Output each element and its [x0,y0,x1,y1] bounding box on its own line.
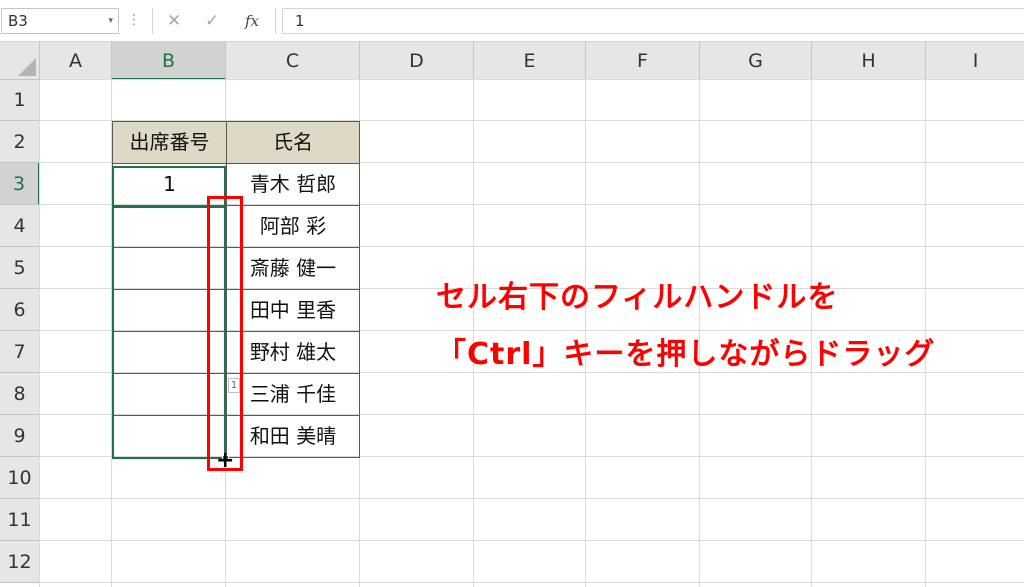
cell-name[interactable]: 青木 哲郎 [226,163,360,206]
gridline-horizontal [40,498,1024,499]
column-header-e[interactable]: E [474,42,586,80]
column-header-g[interactable]: G [700,42,812,80]
annotation-line-2: 「Ctrl」キーを押しながらドラッグ [436,337,936,372]
enter-icon[interactable]: ✓ [205,10,219,32]
row-header-1[interactable]: 1 [0,80,40,121]
formula-buttons: ✕ ✓ fx [152,8,276,34]
chevron-down-icon[interactable]: ▾ [108,9,113,33]
column-header-d[interactable]: D [360,42,474,80]
column-header-b[interactable]: B [112,42,226,80]
header-cell-number[interactable]: 出席番号 [112,121,227,164]
row-header-6[interactable]: 6 [0,289,40,331]
select-all-triangle-icon [18,58,36,76]
cell-name[interactable]: 田中 里香 [226,289,360,332]
row-header-8[interactable]: 8 [0,373,40,415]
cell-name[interactable]: 和田 美晴 [226,415,360,458]
select-all-button[interactable] [0,42,40,80]
name-box-value: B3 [8,12,28,30]
gridline-vertical [39,80,40,587]
column-header-h[interactable]: H [812,42,926,80]
row-header-10[interactable]: 10 [0,457,40,499]
formula-bar: B3 ▾ ⋮ ✕ ✓ fx 1 [0,0,1024,42]
row-header-12[interactable]: 12 [0,541,40,583]
row-header-4[interactable]: 4 [0,205,40,247]
column-header-a[interactable]: A [40,42,112,80]
row-header-5[interactable]: 5 [0,247,40,289]
crosshair-cursor-icon: + [216,448,235,473]
cell-name[interactable]: 阿部 彩 [226,205,360,248]
column-header-f[interactable]: F [586,42,700,80]
cell-name[interactable]: 野村 雄太 [226,331,360,374]
column-header-i[interactable]: I [926,42,1024,80]
row-header-11[interactable]: 11 [0,499,40,541]
cell-name[interactable]: 三浦 千佳 [226,373,360,416]
row-header-2[interactable]: 2 [0,121,40,163]
gridline-horizontal [40,79,1024,80]
cell-name[interactable]: 斎藤 健一 [226,247,360,290]
header-cell-name[interactable]: 氏名 [226,121,360,164]
row-header-3[interactable]: 3 [0,163,40,205]
gridline-horizontal [40,540,1024,541]
row-header-7[interactable]: 7 [0,331,40,373]
row-header-9[interactable]: 9 [0,415,40,457]
name-box[interactable]: B3 ▾ [1,8,119,34]
annotation-line-1: セル右下のフィルハンドルを [436,280,839,315]
gridline-horizontal [40,582,1024,583]
formula-input[interactable]: 1 [282,8,1024,34]
highlight-box [207,196,243,471]
insert-function-icon[interactable]: fx [245,10,259,32]
column-header-c[interactable]: C [226,42,360,80]
vertical-dots-icon[interactable]: ⋮ [127,10,141,30]
cancel-icon[interactable]: ✕ [167,10,181,32]
